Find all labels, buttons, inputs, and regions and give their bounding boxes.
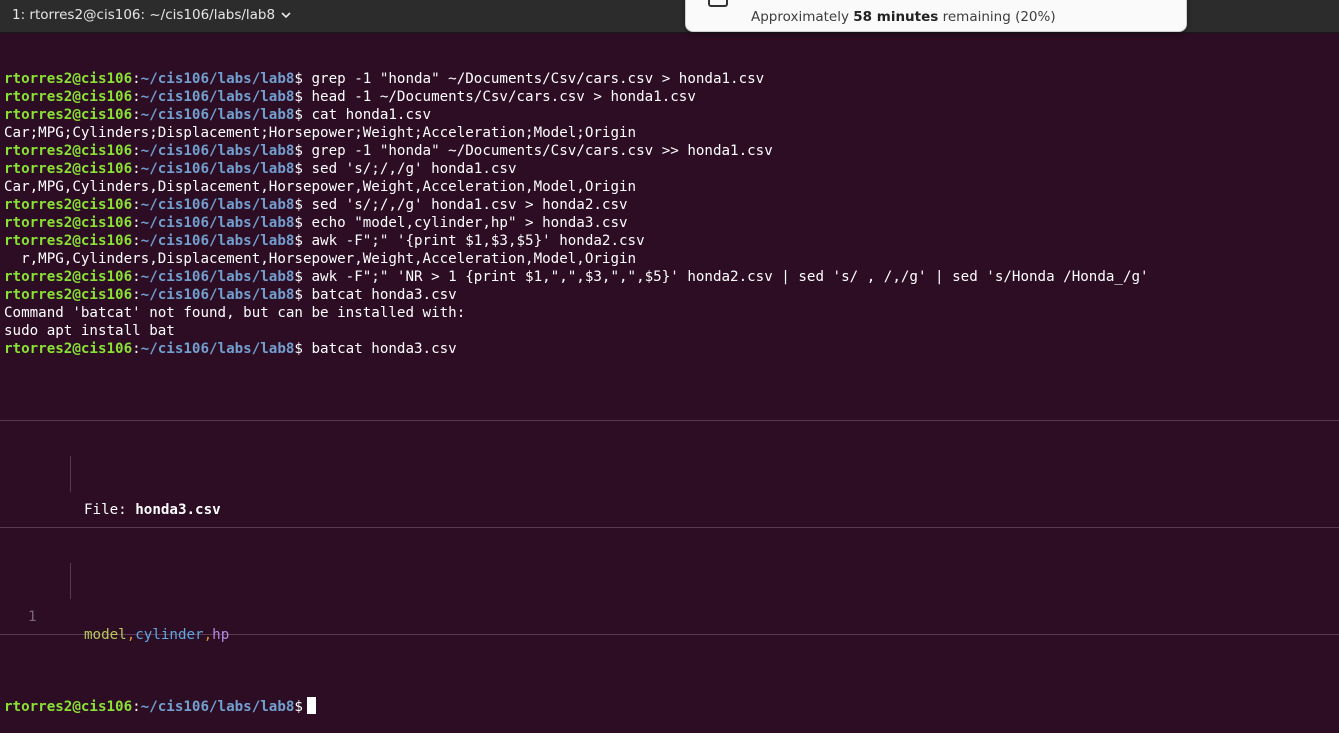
prompt-user-host: rtorres2@cis106 — [4, 71, 133, 87]
notification-text: Approximately 58 minutes remaining (20%) — [751, 9, 1056, 25]
prompt-path: ~/cis106/labs/lab8 — [140, 699, 295, 715]
prompt-user-host: rtorres2@cis106 — [4, 287, 133, 303]
command-line: rtorres2@cis106:~/cis106/labs/lab8$ grep… — [4, 143, 773, 159]
command-line: rtorres2@cis106:~/cis106/labs/lab8$ echo… — [4, 215, 628, 231]
notification-time: 58 minutes — [853, 9, 939, 25]
output-line: sudo apt install bat — [0, 322, 1339, 340]
prompt-path: ~/cis106/labs/lab8 — [140, 161, 295, 177]
prompt-path: ~/cis106/labs/lab8 — [140, 287, 295, 303]
command-text: batcat honda3.csv — [302, 287, 457, 303]
command-text: cat honda1.csv — [302, 107, 432, 123]
command-line: rtorres2@cis106:~/cis106/labs/lab8$ batc… — [4, 287, 457, 303]
current-prompt-line[interactable]: rtorres2@cis106:~/cis106/labs/lab8$ — [0, 697, 1339, 715]
prompt-user-host: rtorres2@cis106 — [4, 161, 133, 177]
command-line: rtorres2@cis106:~/cis106/labs/lab8$ sed … — [4, 161, 517, 177]
command-line: rtorres2@cis106:~/cis106/labs/lab8$ head… — [4, 89, 696, 105]
command-line: rtorres2@cis106:~/cis106/labs/lab8$ awk … — [4, 269, 1149, 285]
command-line: rtorres2@cis106:~/cis106/labs/lab8$ grep… — [4, 71, 765, 87]
bat-file-label: File: — [84, 502, 136, 518]
text-cursor — [306, 697, 316, 714]
bat-top-rule — [0, 420, 1339, 421]
prompt-path: ~/cis106/labs/lab8 — [140, 107, 295, 123]
command-line: rtorres2@cis106:~/cis106/labs/lab8$ sed … — [4, 197, 628, 213]
bat-file-name: honda3.csv — [135, 502, 221, 518]
prompt-path: ~/cis106/labs/lab8 — [140, 143, 295, 159]
bat-gutter-divider — [70, 456, 71, 492]
prompt-path: ~/cis106/labs/lab8 — [140, 197, 295, 213]
battery-icon — [708, 0, 728, 7]
output-line: Car;MPG;Cylinders;Displacement;Horsepowe… — [0, 124, 1339, 142]
command-text: sed 's/;/,/g' honda1.csv > honda2.csv — [302, 197, 628, 213]
output-text: Command 'batcat' not found, but can be i… — [4, 305, 466, 321]
csv-token-cylinder: cylinder — [135, 627, 204, 643]
csv-token-hp: hp — [212, 627, 230, 643]
terminal-tab-title[interactable]: 1: rtorres2@cis106: ~/cis106/labs/lab8 — [12, 0, 291, 32]
command-text: echo "model,cylinder,hp" > honda3.csv — [302, 215, 628, 231]
bat-mid-rule — [0, 527, 1339, 528]
battery-notification[interactable]: Approximately 58 minutes remaining (20%) — [685, 0, 1187, 32]
bat-content-row: 1 model,cylinder,hp — [0, 563, 1339, 643]
command-text: awk -F";" 'NR > 1 {print $1,",",$3,",",$… — [302, 269, 1149, 285]
command-text: grep -1 "honda" ~/Documents/Csv/cars.csv… — [302, 143, 773, 159]
prompt-path: ~/cis106/labs/lab8 — [140, 269, 295, 285]
chevron-down-icon[interactable] — [281, 0, 291, 30]
prompt-path: ~/cis106/labs/lab8 — [140, 89, 295, 105]
prompt-user-host: rtorres2@cis106 — [4, 143, 133, 159]
command-line: rtorres2@cis106:~/cis106/labs/lab8$ cat … — [4, 107, 432, 123]
prompt-user-host: rtorres2@cis106 — [4, 197, 133, 213]
command-line: rtorres2@cis106:~/cis106/labs/lab8$ awk … — [4, 233, 645, 249]
prompt-user-host: rtorres2@cis106 — [4, 233, 133, 249]
output-line: Car,MPG,Cylinders,Displacement,Horsepowe… — [0, 178, 1339, 196]
command-text: grep -1 "honda" ~/Documents/Csv/cars.csv… — [302, 71, 765, 87]
bat-header-row: File: honda3.csv — [0, 456, 1339, 518]
prompt-user-host: rtorres2@cis106 — [4, 341, 133, 357]
output-text: Car;MPG;Cylinders;Displacement;Horsepowe… — [4, 125, 637, 141]
command-history: rtorres2@cis106:~/cis106/labs/lab8$ grep… — [0, 70, 1339, 358]
csv-separator: , — [126, 627, 136, 643]
prompt-path: ~/cis106/labs/lab8 — [140, 215, 295, 231]
bat-gutter-divider — [70, 563, 71, 599]
bat-line-number: 1 — [28, 609, 37, 625]
prompt-user-host: rtorres2@cis106 — [4, 215, 133, 231]
csv-separator: , — [203, 627, 213, 643]
command-line: rtorres2@cis106:~/cis106/labs/lab8$ batc… — [4, 341, 457, 357]
prompt-path: ~/cis106/labs/lab8 — [140, 71, 295, 87]
csv-token-model: model — [84, 627, 127, 643]
command-text: batcat honda3.csv — [302, 341, 457, 357]
command-text: head -1 ~/Documents/Csv/cars.csv > honda… — [302, 89, 696, 105]
output-text: Car,MPG,Cylinders,Displacement,Horsepowe… — [4, 179, 637, 195]
command-text: sed 's/;/,/g' honda1.csv — [302, 161, 517, 177]
prompt-path: ~/cis106/labs/lab8 — [140, 233, 295, 249]
tab-title-text: 1: rtorres2@cis106: ~/cis106/labs/lab8 — [12, 7, 276, 23]
prompt-user-host: rtorres2@cis106 — [4, 89, 133, 105]
output-text: r,MPG,Cylinders,Displacement,Horsepower,… — [4, 251, 637, 267]
prompt-user-host: rtorres2@cis106 — [4, 269, 133, 285]
prompt-path: ~/cis106/labs/lab8 — [140, 341, 295, 357]
prompt-user-host: rtorres2@cis106 — [4, 107, 133, 123]
command-text: awk -F";" '{print $1,$3,$5}' honda2.csv — [302, 233, 645, 249]
output-text: sudo apt install bat — [4, 323, 175, 339]
output-line: r,MPG,Cylinders,Displacement,Horsepower,… — [0, 250, 1339, 268]
output-line: Command 'batcat' not found, but can be i… — [0, 304, 1339, 322]
prompt-user-host: rtorres2@cis106 — [4, 699, 133, 715]
terminal-output[interactable]: rtorres2@cis106:~/cis106/labs/lab8$ grep… — [0, 34, 1339, 733]
